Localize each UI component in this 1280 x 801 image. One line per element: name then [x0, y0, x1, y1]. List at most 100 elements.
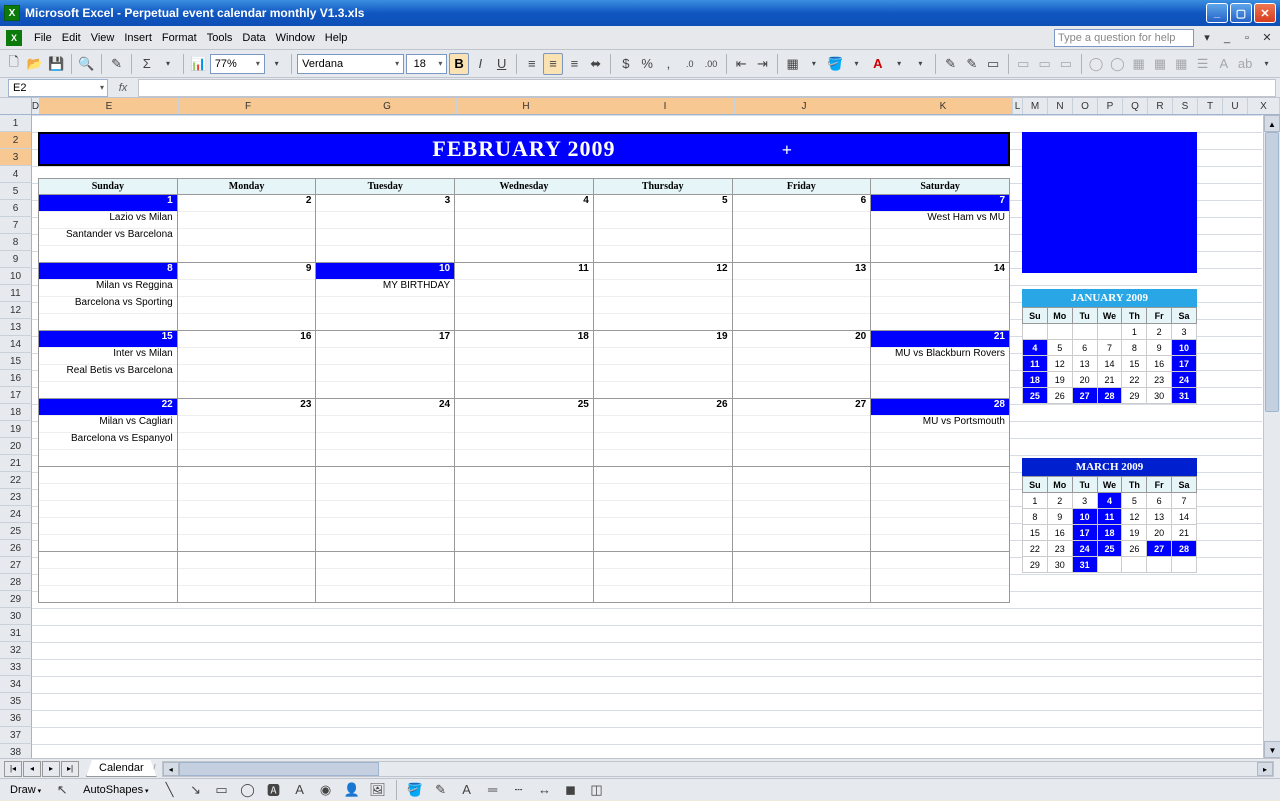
maximize-button[interactable]: ▢ [1230, 3, 1252, 23]
mini-day-cell[interactable]: 19 [1122, 525, 1147, 541]
row-14[interactable]: 14 [0, 336, 32, 353]
menu-file[interactable]: File [34, 32, 52, 44]
col-n[interactable]: N [1048, 98, 1073, 114]
decrease-indent-button[interactable]: ⇤ [732, 53, 751, 75]
calendar-day-cell[interactable]: 5 [593, 195, 732, 263]
col-s[interactable]: S [1173, 98, 1198, 114]
calendar-day-cell[interactable]: 1Lazio vs MilanSantander vs Barcelona [39, 195, 178, 263]
mini-day-cell[interactable]: 14 [1097, 356, 1122, 372]
picture-button[interactable]: 🖼 [367, 779, 389, 801]
toolbar-options-1[interactable]: ▾ [267, 53, 286, 75]
toolbar-options-3[interactable]: ▾ [1257, 53, 1276, 75]
mini-day-cell[interactable] [1047, 324, 1072, 340]
mini-day-cell[interactable]: 31 [1072, 557, 1097, 573]
row-8[interactable]: 8 [0, 234, 32, 251]
mini-day-cell[interactable]: 29 [1023, 557, 1048, 573]
mini-day-cell[interactable]: 28 [1172, 541, 1197, 557]
calendar-day-cell[interactable]: 18 [455, 331, 594, 399]
mini-day-cell[interactable]: 16 [1047, 525, 1072, 541]
borders-button[interactable]: ▦ [783, 53, 802, 75]
save-button[interactable]: 💾 [47, 53, 66, 75]
row-23[interactable]: 23 [0, 489, 32, 506]
row-34[interactable]: 34 [0, 676, 32, 693]
row-17[interactable]: 17 [0, 387, 32, 404]
mini-day-cell[interactable]: 10 [1072, 509, 1097, 525]
menu-window[interactable]: Window [276, 32, 315, 44]
mini-day-cell[interactable]: 16 [1147, 356, 1172, 372]
mini-day-cell[interactable]: 21 [1172, 525, 1197, 541]
vertical-scrollbar[interactable]: ▲ ▼ [1263, 115, 1280, 758]
calendar-day-cell[interactable]: 24 [316, 399, 455, 467]
mini-day-cell[interactable]: 11 [1023, 356, 1048, 372]
mini-day-cell[interactable]: 26 [1047, 388, 1072, 404]
row-33[interactable]: 33 [0, 659, 32, 676]
mini-day-cell[interactable]: 24 [1072, 541, 1097, 557]
fontcolor-draw-button[interactable]: A [456, 779, 478, 801]
font-select[interactable]: Verdana [297, 54, 404, 74]
comma-button[interactable]: , [659, 53, 678, 75]
calendar-day-cell[interactable] [177, 552, 316, 603]
fx-icon[interactable]: fx [108, 82, 138, 94]
col-m[interactable]: M [1023, 98, 1048, 114]
line-button[interactable]: ╲ [159, 779, 181, 801]
col-x[interactable]: X [1248, 98, 1280, 114]
mini-day-cell[interactable]: 19 [1047, 372, 1072, 388]
row-35[interactable]: 35 [0, 693, 32, 710]
mini-day-cell[interactable]: 2 [1047, 493, 1072, 509]
sheet-tab-calendar[interactable]: Calendar [86, 760, 157, 777]
row-4[interactable]: 4 [0, 166, 32, 183]
mini-day-cell[interactable]: 5 [1047, 340, 1072, 356]
close-button[interactable]: ✕ [1254, 3, 1276, 23]
doc-close-button[interactable]: ✕ [1260, 31, 1274, 45]
tab-nav-last[interactable]: ▸| [61, 761, 79, 777]
mini-day-cell[interactable]: 31 [1172, 388, 1197, 404]
horizontal-scrollbar[interactable]: ◂ ▸ [162, 761, 1274, 777]
select-all-corner[interactable] [0, 98, 32, 114]
hscroll-right-button[interactable]: ▸ [1257, 762, 1273, 776]
col-t[interactable]: T [1198, 98, 1223, 114]
calendar-day-cell[interactable] [316, 467, 455, 552]
doc-restore-button[interactable]: ▫ [1240, 31, 1254, 45]
autosum-button[interactable]: Σ [137, 53, 156, 75]
tab-nav-first[interactable]: |◂ [4, 761, 22, 777]
linestyle-button[interactable]: ═ [482, 779, 504, 801]
mini-day-cell[interactable]: 4 [1023, 340, 1048, 356]
calendar-day-cell[interactable]: 23 [177, 399, 316, 467]
row-1[interactable]: 1 [0, 115, 32, 132]
calendar-day-cell[interactable] [455, 552, 594, 603]
oval-button[interactable]: ◯ [237, 779, 259, 801]
row-31[interactable]: 31 [0, 625, 32, 642]
font-color-button[interactable]: A [868, 53, 887, 75]
row-13[interactable]: 13 [0, 319, 32, 336]
mini-day-cell[interactable]: 24 [1172, 372, 1197, 388]
mini-day-cell[interactable] [1172, 557, 1197, 573]
mini-day-cell[interactable]: 25 [1023, 388, 1048, 404]
mini-day-cell[interactable]: 2 [1147, 324, 1172, 340]
calendar-day-cell[interactable]: 27 [732, 399, 871, 467]
merge-center-button[interactable]: ⬌ [586, 53, 605, 75]
col-j[interactable]: J [735, 98, 874, 114]
help-dropdown-icon[interactable]: ▾ [1200, 31, 1214, 45]
calendar-day-cell[interactable]: 20 [732, 331, 871, 399]
menu-view[interactable]: View [91, 32, 115, 44]
row-20[interactable]: 20 [0, 438, 32, 455]
wordart-button[interactable]: A [289, 779, 311, 801]
mini-day-cell[interactable]: 20 [1072, 372, 1097, 388]
col-e[interactable]: E [40, 98, 179, 114]
mini-day-cell[interactable]: 1 [1122, 324, 1147, 340]
mini-day-cell[interactable] [1072, 324, 1097, 340]
mini-day-cell[interactable] [1097, 324, 1122, 340]
open-button[interactable]: 📂 [25, 53, 44, 75]
chart-button[interactable]: 📊 [189, 53, 208, 75]
scroll-down-button[interactable]: ▼ [1264, 741, 1280, 758]
mini-day-cell[interactable]: 30 [1147, 388, 1172, 404]
mini-day-cell[interactable]: 22 [1023, 541, 1048, 557]
col-h[interactable]: H [457, 98, 596, 114]
mini-day-cell[interactable]: 21 [1097, 372, 1122, 388]
zoom-select[interactable]: 77% [210, 54, 265, 74]
textbox-button[interactable]: 🅰 [263, 779, 285, 801]
mini-day-cell[interactable]: 12 [1047, 356, 1072, 372]
menu-tools[interactable]: Tools [207, 32, 233, 44]
calendar-day-cell[interactable] [455, 467, 594, 552]
col-q[interactable]: Q [1123, 98, 1148, 114]
